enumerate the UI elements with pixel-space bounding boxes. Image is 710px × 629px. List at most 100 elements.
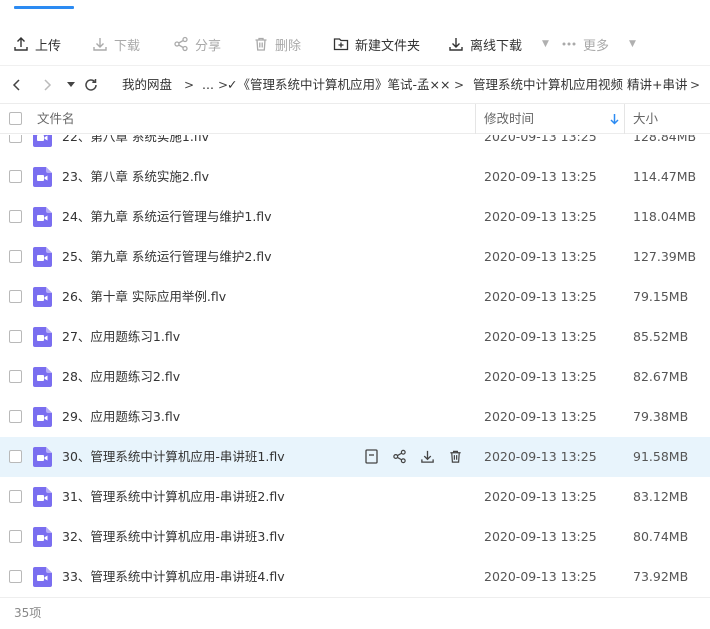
file-name[interactable]: 29、应用题练习3.flv [62, 397, 180, 437]
file-size: 83.12MB [633, 489, 689, 504]
trash-icon[interactable] [447, 448, 464, 465]
video-file-icon [33, 167, 52, 187]
table-row[interactable]: 30、管理系统中计算机应用-串讲班1.flv 2020-09-13 13:25 91… [0, 437, 710, 477]
breadcrumb-root[interactable]: 我的网盘 [122, 66, 172, 104]
chevron-left-icon [12, 79, 20, 91]
new-folder-label: 新建文件夹 [355, 38, 421, 54]
table-row[interactable]: 29、应用题练习3.flv 2020-09-13 13:25 79.38MB [0, 397, 710, 437]
caret-down-icon [67, 82, 75, 87]
chevron-right-icon [44, 79, 52, 91]
chevron-down-icon[interactable]: ▼ [542, 39, 549, 49]
share-button[interactable]: 分享 [173, 22, 221, 66]
file-name[interactable]: 32、管理系统中计算机应用-串讲班3.flv [62, 517, 285, 557]
file-modified-time: 2020-09-13 13:25 [484, 489, 597, 504]
table-row[interactable]: 25、第九章 系统运行管理与维护2.flv 2020-09-13 13:25 127… [0, 237, 710, 277]
file-modified-time: 2020-09-13 13:25 [484, 289, 597, 304]
file-modified-time: 2020-09-13 13:25 [484, 369, 597, 384]
row-checkbox[interactable] [9, 410, 22, 423]
file-size: 91.58MB [633, 449, 689, 464]
offline-download-button[interactable]: 离线下载 ▼ [448, 22, 549, 66]
table-row[interactable]: 23、第八章 系统实施2.flv 2020-09-13 13:25 114.47MB [0, 157, 710, 197]
share-icon [174, 36, 188, 52]
new-folder-icon [333, 38, 349, 51]
breadcrumb-separator: > [454, 78, 465, 92]
table-row[interactable]: 31、管理系统中计算机应用-串讲班2.flv 2020-09-13 13:25 83… [0, 477, 710, 517]
refresh-button[interactable] [82, 66, 100, 104]
upload-button[interactable]: 上传 [13, 22, 61, 66]
file-modified-time: 2020-09-13 13:25 [484, 409, 597, 424]
share-icon[interactable] [391, 448, 408, 465]
file-modified-time: 2020-09-13 13:25 [484, 329, 597, 344]
history-dropdown[interactable] [64, 66, 78, 104]
row-checkbox[interactable] [9, 135, 22, 143]
file-name[interactable]: 23、第八章 系统实施2.flv [62, 157, 209, 197]
file-name[interactable]: 27、应用题练习1.flv [62, 317, 180, 357]
active-tab-indicator [14, 6, 74, 9]
file-size: 118.04MB [633, 209, 697, 224]
offline-download-icon [449, 38, 463, 51]
table-row[interactable]: 28、应用题练习2.flv 2020-09-13 13:25 82.67MB [0, 357, 710, 397]
more-button[interactable]: 更多 ▼ [561, 22, 636, 66]
file-name[interactable]: 30、管理系统中计算机应用-串讲班1.flv [62, 437, 285, 477]
row-checkbox[interactable] [9, 330, 22, 343]
column-divider[interactable] [475, 104, 476, 134]
row-actions [363, 448, 464, 466]
sort-descending-icon[interactable] [610, 113, 619, 125]
video-file-icon [33, 527, 52, 547]
file-name[interactable]: 24、第九章 系统运行管理与维护1.flv [62, 197, 272, 237]
column-divider[interactable] [624, 104, 625, 134]
breadcrumb-ellipsis[interactable]: ... [202, 66, 214, 104]
file-name[interactable]: 31、管理系统中计算机应用-串讲班2.flv [62, 477, 285, 517]
navigation-bar: 我的网盘 > ... > ✓《管理系统中计算机应用》笔试-孟×× > 管理系统中… [0, 66, 710, 104]
row-checkbox[interactable] [9, 570, 22, 583]
row-checkbox[interactable] [9, 210, 22, 223]
file-name[interactable]: 25、第九章 系统运行管理与维护2.flv [62, 237, 272, 277]
column-header-name[interactable]: 文件名 [37, 104, 75, 134]
table-row[interactable]: 27、应用题练习1.flv 2020-09-13 13:25 85.52MB [0, 317, 710, 357]
row-checkbox[interactable] [9, 370, 22, 383]
video-file-icon [33, 367, 52, 387]
new-folder-button[interactable]: 新建文件夹 [333, 22, 420, 66]
column-header-modified[interactable]: 修改时间 [484, 104, 534, 134]
download-icon[interactable] [419, 448, 436, 465]
download-button[interactable]: 下载 [92, 22, 140, 66]
row-checkbox[interactable] [9, 490, 22, 503]
file-name[interactable]: 33、管理系统中计算机应用-串讲班4.flv [62, 557, 285, 596]
toolbar: 上传 下载 分享 删除 新建文件夹 离线下载 ▼ 更多 ▼ [0, 22, 710, 66]
delete-button[interactable]: 删除 [253, 22, 301, 66]
chevron-down-icon[interactable]: ▼ [629, 39, 636, 49]
file-size: 114.47MB [633, 169, 697, 184]
top-tab-strip [0, 0, 710, 22]
forward-button[interactable] [38, 66, 56, 104]
more-label: 更多 [583, 38, 610, 54]
breadcrumb-folder-2[interactable]: 管理系统中计算机应用视频 精讲+串讲 [473, 66, 687, 104]
file-list: 22、第八章 系统实施1.flv 2020-09-13 13:25 128.84MB… [0, 135, 710, 596]
upload-label: 上传 [35, 38, 62, 54]
file-modified-time: 2020-09-13 13:25 [484, 449, 597, 464]
row-checkbox[interactable] [9, 170, 22, 183]
row-checkbox[interactable] [9, 450, 22, 463]
bookmark-icon[interactable] [363, 448, 380, 465]
table-row[interactable]: 24、第九章 系统运行管理与维护1.flv 2020-09-13 13:25 118… [0, 197, 710, 237]
table-row[interactable]: 32、管理系统中计算机应用-串讲班3.flv 2020-09-13 13:25 80… [0, 517, 710, 557]
status-bar: 35项 [0, 597, 710, 629]
file-size: 73.92MB [633, 569, 689, 584]
column-header-size[interactable]: 大小 [633, 104, 658, 134]
table-row[interactable]: 22、第八章 系统实施1.flv 2020-09-13 13:25 128.84MB [0, 135, 710, 157]
breadcrumb-folder-1[interactable]: ✓《管理系统中计算机应用》笔试-孟×× [227, 66, 450, 104]
file-name[interactable]: 28、应用题练习2.flv [62, 357, 180, 397]
row-checkbox[interactable] [9, 250, 22, 263]
back-button[interactable] [8, 66, 26, 104]
table-row[interactable]: 33、管理系统中计算机应用-串讲班4.flv 2020-09-13 13:25 73… [0, 557, 710, 596]
row-checkbox[interactable] [9, 290, 22, 303]
row-checkbox[interactable] [9, 530, 22, 543]
video-file-icon [33, 135, 52, 147]
video-file-icon [33, 287, 52, 307]
file-name[interactable]: 26、第十章 实际应用举例.flv [62, 277, 226, 317]
file-size: 127.39MB [633, 249, 697, 264]
table-row[interactable]: 26、第十章 实际应用举例.flv 2020-09-13 13:25 79.15MB [0, 277, 710, 317]
file-size: 85.52MB [633, 329, 689, 344]
select-all-checkbox[interactable] [9, 112, 22, 125]
file-list-header: 文件名 修改时间 大小 [0, 104, 710, 134]
file-name[interactable]: 22、第八章 系统实施1.flv [62, 135, 209, 157]
